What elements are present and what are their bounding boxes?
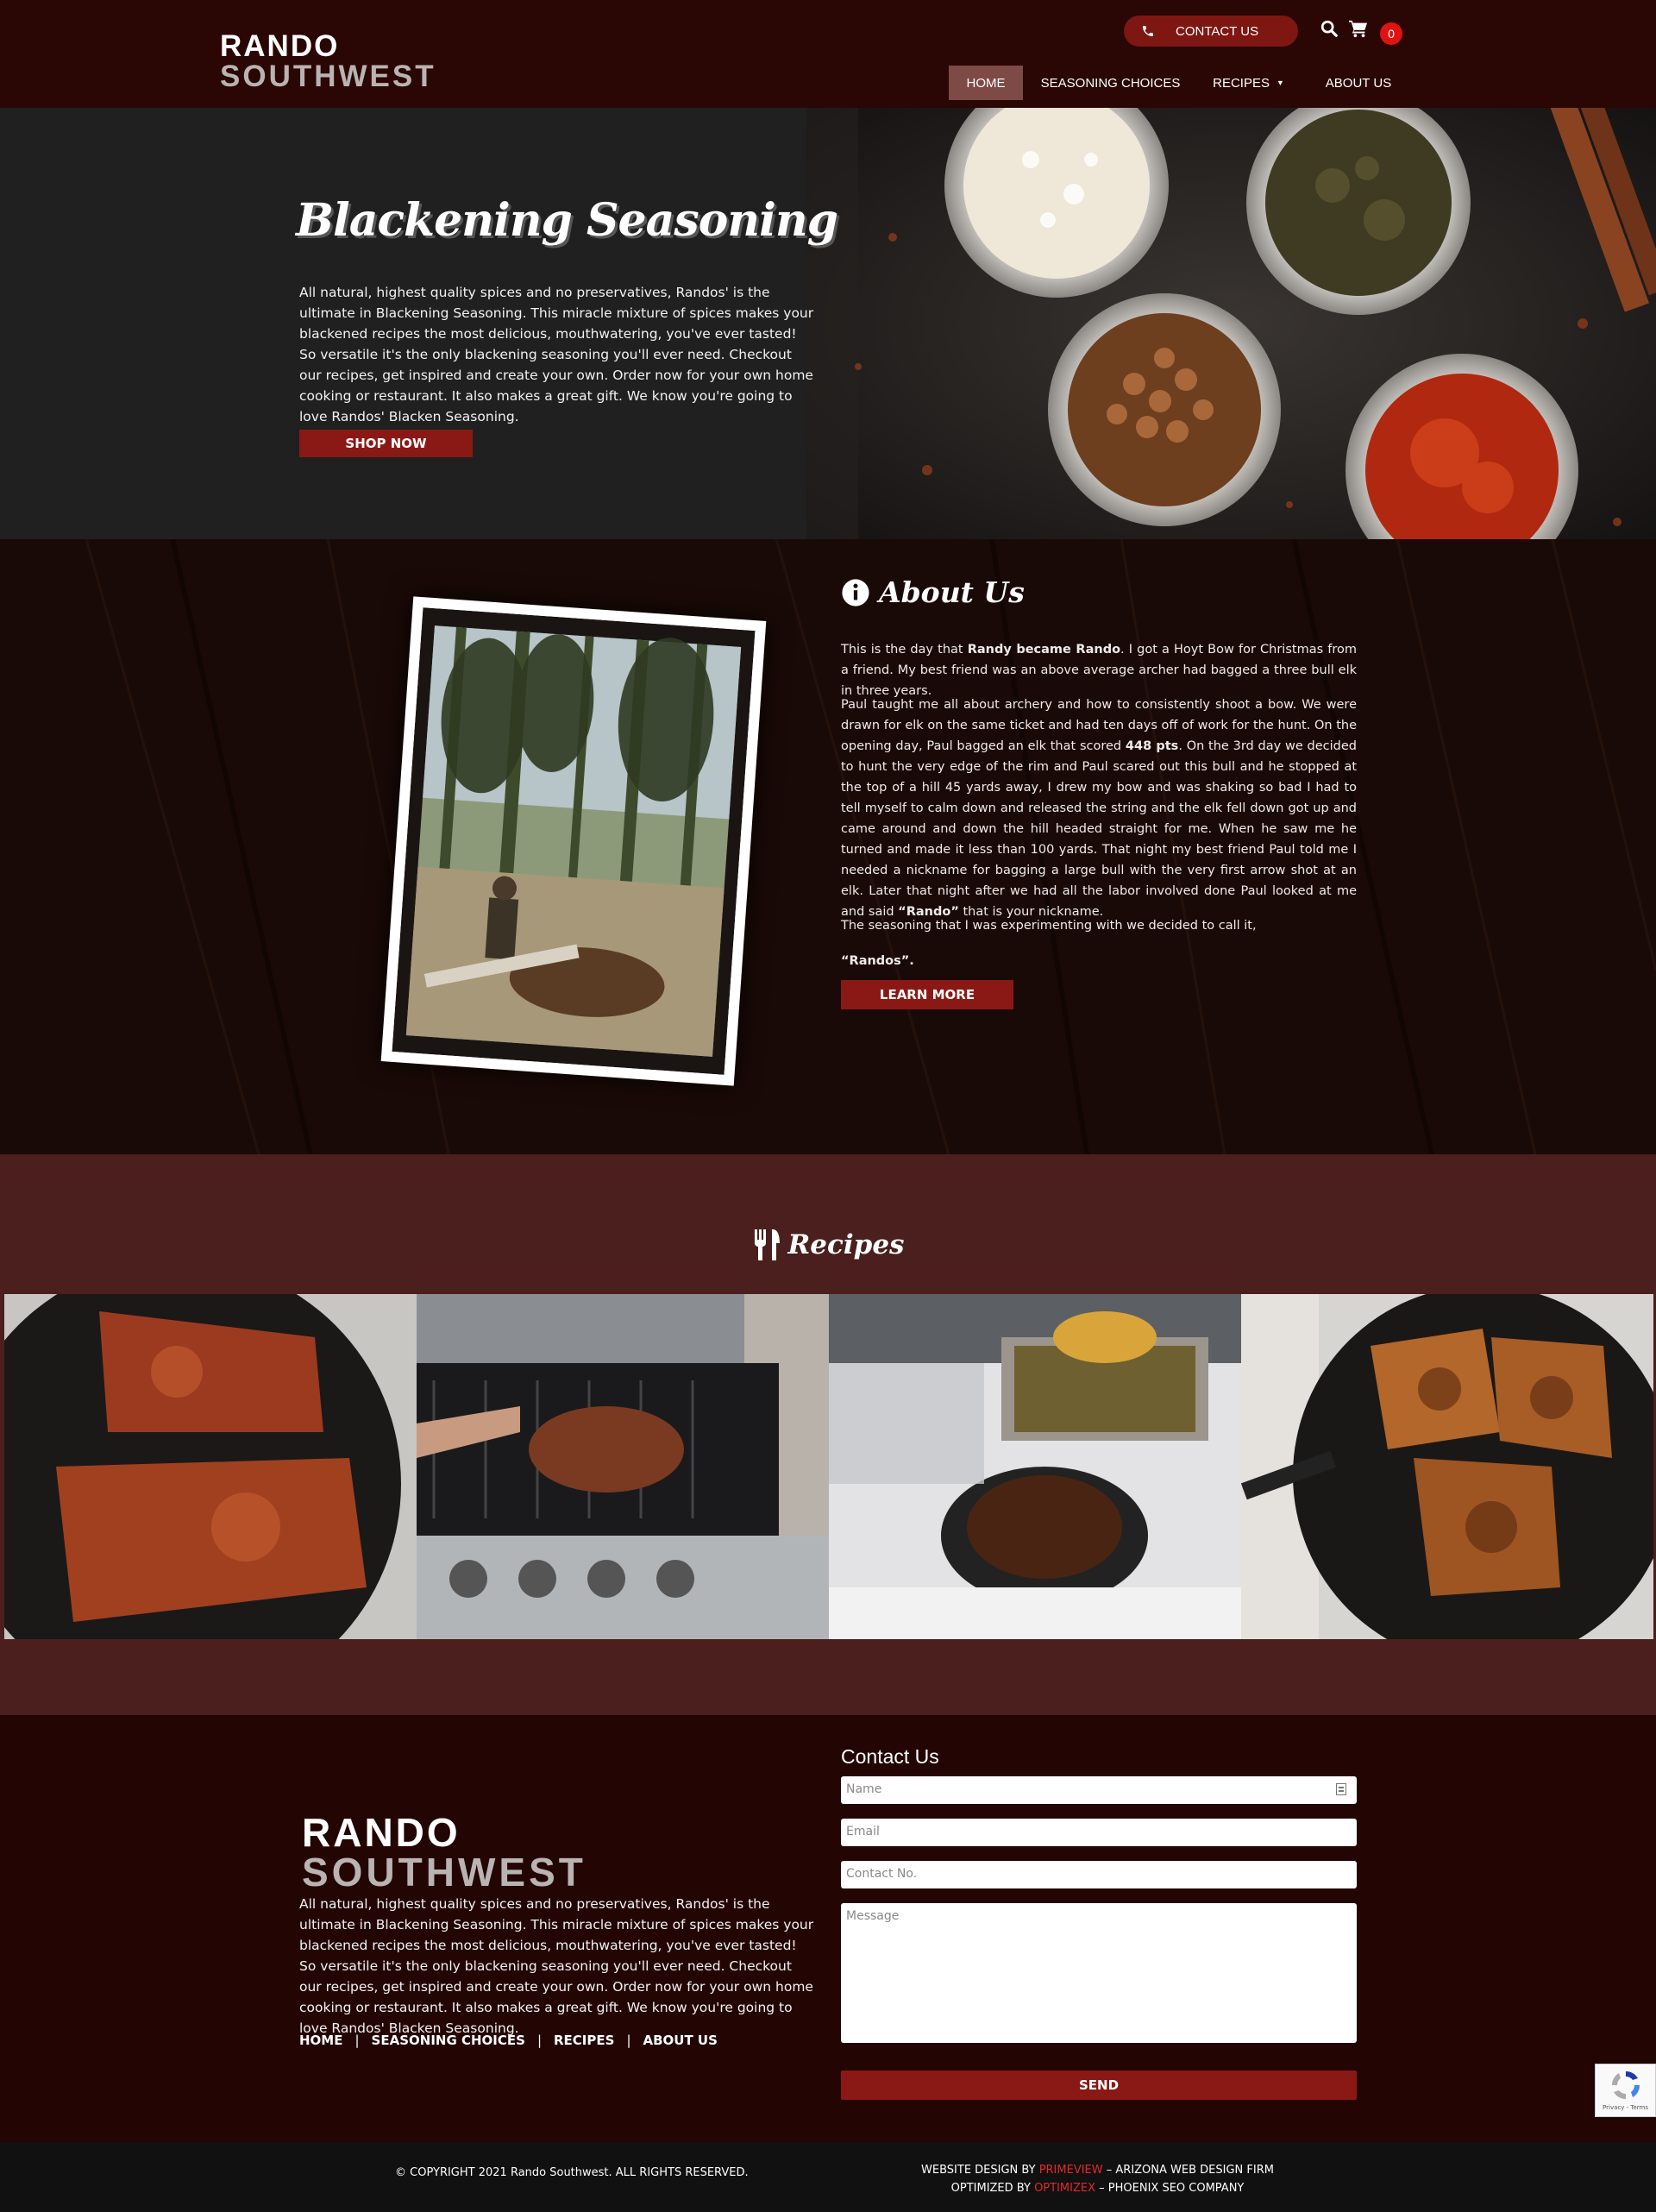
nav-recipes[interactable]: RECIPES ▼ bbox=[1203, 66, 1294, 100]
primeview-link[interactable]: PRIMEVIEW bbox=[1039, 2164, 1103, 2177]
credit1-post: – ARIZONA WEB DESIGN FIRM bbox=[1102, 2164, 1274, 2177]
bottom-bar: © COPYRIGHT 2021 Rando Southwest. ALL RI… bbox=[0, 2142, 1656, 2212]
footer-separator: | bbox=[626, 2033, 631, 2048]
recipe-image-1[interactable] bbox=[4, 1294, 417, 1639]
credit2-post: – PHOENIX SEO COMPANY bbox=[1095, 2182, 1245, 2195]
cart-icon[interactable] bbox=[1348, 19, 1369, 38]
footer-link-recipes[interactable]: RECIPES bbox=[554, 2033, 614, 2048]
about-paragraph-4: “Randos”. bbox=[841, 954, 914, 968]
cart-count-badge[interactable]: 0 bbox=[1380, 22, 1402, 45]
send-button[interactable]: SEND bbox=[841, 2071, 1357, 2100]
recipe-image-3[interactable] bbox=[829, 1294, 1241, 1639]
about-paragraph-1: This is the day that Randy became Rando.… bbox=[841, 639, 1357, 701]
phone-icon bbox=[1143, 26, 1153, 36]
about-p2-bold: 448 pts bbox=[1125, 739, 1179, 753]
autofill-icon[interactable] bbox=[1336, 1783, 1346, 1795]
nav-seasoning-choices[interactable]: SEASONING CHOICES bbox=[1031, 66, 1190, 100]
wood-background bbox=[0, 539, 1656, 1154]
copyright-text: COPYRIGHT 2021 Rando Southwest. ALL RIGH… bbox=[410, 2166, 749, 2179]
recaptcha-icon bbox=[1611, 2071, 1640, 2100]
about-section: About Us This is the day that Randy beca… bbox=[0, 539, 1656, 1154]
recipe-image-4[interactable] bbox=[1241, 1294, 1653, 1639]
copyright-icon: © bbox=[395, 2166, 406, 2179]
contact-us-label: CONTACT US bbox=[1176, 23, 1259, 39]
footer-logo-line-1: RANDO bbox=[302, 1810, 461, 1855]
recipes-title-text: Recipes bbox=[787, 1229, 905, 1260]
footer-description: All natural, highest quality spices and … bbox=[299, 1896, 814, 2036]
nav-home[interactable]: HOME bbox=[949, 66, 1023, 100]
hero-description: All natural, highest quality spices and … bbox=[299, 285, 814, 424]
footer-link-seasoning[interactable]: SEASONING CHOICES bbox=[372, 2033, 525, 2048]
footer-link-about[interactable]: ABOUT US bbox=[643, 2033, 718, 2048]
contact-form-title: Contact Us bbox=[841, 1745, 939, 1768]
credit1-pre: WEBSITE DESIGN BY bbox=[921, 2164, 1039, 2177]
recipes-title: Recipes bbox=[0, 1228, 1656, 1262]
hunting-photo-image bbox=[392, 607, 756, 1075]
search-icon[interactable] bbox=[1320, 19, 1339, 38]
footer-links: HOME | SEASONING CHOICES | RECIPES | ABO… bbox=[299, 2033, 718, 2048]
hero-section: Blackening Seasoning All natural, highes… bbox=[0, 108, 1656, 539]
about-p1-text: This is the day that bbox=[841, 643, 968, 657]
credit-line-1: WEBSITE DESIGN BY PRIMEVIEW – ARIZONA WE… bbox=[862, 2161, 1333, 2179]
recipes-section: Recipes bbox=[0, 1154, 1656, 1715]
recipe-image-2[interactable] bbox=[417, 1294, 829, 1639]
logo-line-1: RANDO bbox=[220, 29, 340, 63]
learn-more-button[interactable]: LEARN MORE bbox=[841, 980, 1013, 1009]
shop-now-button[interactable]: SHOP NOW bbox=[299, 430, 473, 457]
site-footer: RANDO SOUTHWEST All natural, highest qua… bbox=[0, 1715, 1656, 2142]
about-paragraph-3: The seasoning that I was experimenting w… bbox=[841, 919, 1257, 933]
site-header: RANDO SOUTHWEST CONTACT US 0 HOME SEASON… bbox=[0, 0, 1656, 108]
credit-line-2: OPTIMIZED BY OPTIMIZEX – PHOENIX SEO COM… bbox=[862, 2179, 1333, 2197]
message-field[interactable]: Message bbox=[841, 1903, 1357, 2043]
caret-down-icon: ▼ bbox=[1276, 79, 1284, 87]
hunting-photo bbox=[380, 596, 767, 1086]
footer-logo-line-2: SOUTHWEST bbox=[302, 1850, 586, 1895]
copyright: © COPYRIGHT 2021 Rando Southwest. ALL RI… bbox=[395, 2166, 749, 2179]
hero-title: Blackening Seasoning bbox=[296, 194, 838, 247]
about-paragraph-2: Paul taught me all about archery and how… bbox=[841, 694, 1357, 922]
footer-link-home[interactable]: HOME bbox=[299, 2033, 342, 2048]
footer-separator: | bbox=[536, 2033, 542, 2048]
recaptcha-links[interactable]: Privacy - Terms bbox=[1596, 2104, 1655, 2111]
name-placeholder: Name bbox=[846, 1782, 882, 1796]
info-icon bbox=[842, 578, 869, 606]
about-p2-text-mid: . On the 3rd day we decided to hunt the … bbox=[841, 739, 1357, 919]
logo-line-2: SOUTHWEST bbox=[220, 60, 436, 93]
site-logo[interactable]: RANDO SOUTHWEST bbox=[220, 31, 436, 91]
nav-about-us[interactable]: ABOUT US bbox=[1311, 66, 1406, 100]
optimizex-link[interactable]: OPTIMIZEX bbox=[1034, 2182, 1095, 2195]
email-field[interactable]: Email bbox=[841, 1819, 1357, 1846]
utensils-icon bbox=[754, 1229, 780, 1260]
about-title-text: About Us bbox=[879, 575, 1025, 609]
about-p1-bold: Randy became Rando bbox=[967, 643, 1121, 657]
footer-separator: | bbox=[354, 2033, 360, 2048]
contact-number-field[interactable]: Contact No. bbox=[841, 1861, 1357, 1888]
nav-recipes-label: RECIPES bbox=[1213, 75, 1270, 91]
spice-bowls-image bbox=[806, 108, 1656, 539]
about-title: About Us bbox=[841, 575, 1025, 609]
credits: WEBSITE DESIGN BY PRIMEVIEW – ARIZONA WE… bbox=[862, 2161, 1333, 2197]
recaptcha-badge[interactable]: Privacy - Terms bbox=[1595, 2064, 1656, 2117]
footer-logo[interactable]: RANDO SOUTHWEST bbox=[302, 1813, 586, 1892]
credit2-pre: OPTIMIZED BY bbox=[950, 2182, 1035, 2195]
name-field[interactable]: Name bbox=[841, 1776, 1357, 1804]
contact-us-button[interactable]: CONTACT US bbox=[1124, 16, 1298, 47]
